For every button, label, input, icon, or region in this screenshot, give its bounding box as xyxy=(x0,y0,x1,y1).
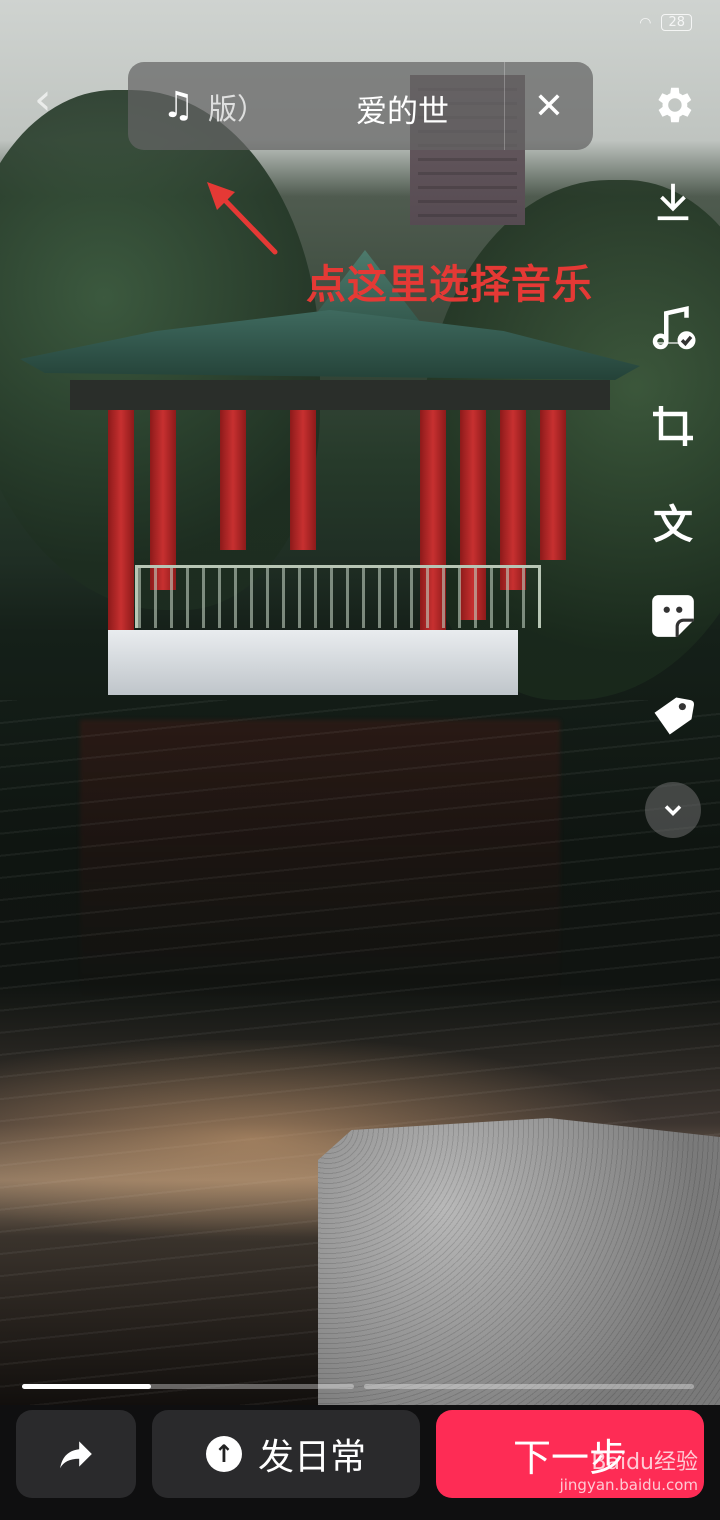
post-daily-label: 发日常 xyxy=(257,1437,366,1478)
column xyxy=(540,410,566,560)
column xyxy=(220,410,246,550)
music-check-icon[interactable] xyxy=(642,298,704,360)
tag-icon[interactable] xyxy=(642,685,704,747)
column xyxy=(500,410,526,590)
song-title: 爱的世 xyxy=(356,94,449,130)
railing xyxy=(135,565,541,628)
battery-indicator: 28 xyxy=(661,14,692,31)
watermark-url: jingyan.baidu.com xyxy=(559,1476,698,1495)
music-selector[interactable]: ♫ 版） 爱的世 ✕ xyxy=(128,62,593,150)
download-icon[interactable] xyxy=(642,170,704,232)
sticker-icon[interactable] xyxy=(642,585,704,647)
wifi-icon: ◠ xyxy=(639,14,652,31)
pavilion-base xyxy=(108,630,518,695)
progress-fill xyxy=(22,1384,152,1389)
chevron-down-icon[interactable] xyxy=(645,782,701,838)
music-selector-label[interactable]: ♫ 版） 爱的世 xyxy=(128,62,504,150)
progress-segment xyxy=(22,1384,354,1389)
watermark-brand: Baidu经验 xyxy=(591,1450,698,1475)
watermark: Baidu经验 jingyan.baidu.com xyxy=(560,1450,698,1494)
column xyxy=(108,410,134,640)
roof xyxy=(20,310,640,380)
close-icon[interactable]: ✕ xyxy=(505,86,593,127)
annotation-arrow-icon xyxy=(207,182,278,255)
beam xyxy=(70,380,610,410)
column xyxy=(290,410,316,550)
progress-segment xyxy=(364,1384,694,1389)
status-bar: ◠ 28 xyxy=(639,14,692,31)
song-fragment: 版） xyxy=(208,92,267,126)
column xyxy=(150,410,176,590)
gear-icon[interactable] xyxy=(642,74,704,136)
video-progress xyxy=(22,1384,694,1390)
crop-icon[interactable] xyxy=(642,395,704,457)
pavilion xyxy=(20,240,640,710)
post-daily-button[interactable]: ↑ 发日常 xyxy=(152,1410,420,1498)
upload-arrow-icon: ↑ xyxy=(205,1436,242,1472)
text-icon[interactable]: 文 xyxy=(642,490,704,552)
back-icon[interactable]: ‹ xyxy=(34,78,74,122)
music-note-icon: ♫ xyxy=(162,85,195,126)
share-icon xyxy=(60,1441,92,1469)
stone-block xyxy=(318,1118,720,1405)
video-preview xyxy=(0,0,720,1405)
annotation-text: 点这里选择音乐 xyxy=(306,262,593,308)
share-button[interactable] xyxy=(16,1410,136,1498)
